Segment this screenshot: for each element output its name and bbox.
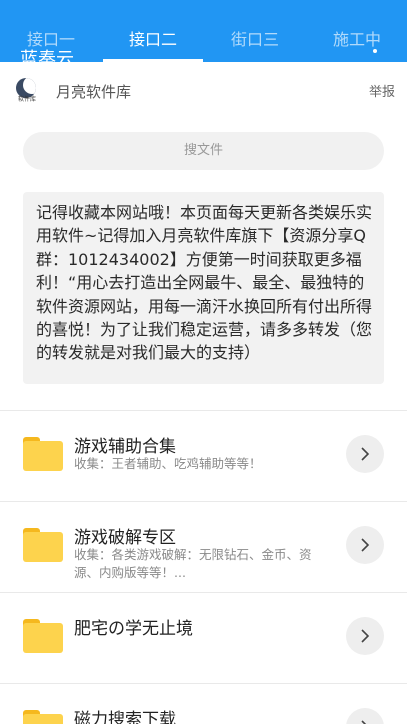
- top-tab-bar: 接口一 接口二 街口三 施工中 蓝奏云: [0, 0, 407, 62]
- report-link[interactable]: 举报: [369, 81, 395, 100]
- notice-text: 记得收藏本网站哦！本页面每天更新各类娱乐实用软件~记得加入月亮软件库旗下【资源分…: [23, 192, 384, 384]
- site-logo: 软件库: [12, 76, 42, 106]
- list-item-title: 磁力搜索下载: [74, 710, 176, 724]
- logo-text: 软件库: [17, 96, 36, 103]
- folder-icon: [23, 528, 63, 562]
- chevron-right-icon: [361, 720, 367, 724]
- site-header: 软件库 月亮软件库 举报: [0, 62, 407, 118]
- list-item-title: 游戏辅助合集: [74, 437, 176, 457]
- site-name: 月亮软件库: [56, 83, 132, 101]
- folder-icon: [23, 437, 63, 471]
- folder-icon: [23, 710, 63, 724]
- list-item-title: 游戏破解专区: [74, 528, 176, 548]
- list-item[interactable]: 游戏辅助合集 收集：王者辅助、吃鸡辅助等等！: [0, 410, 407, 500]
- tab-interface-2[interactable]: 接口二: [129, 26, 177, 50]
- chevron-right-icon: [361, 447, 370, 461]
- open-button[interactable]: [346, 435, 384, 473]
- more-options-icon[interactable]: [368, 46, 382, 62]
- list-item-desc: 收集：王者辅助、吃鸡辅助等等！: [74, 456, 262, 471]
- moon-icon: [16, 78, 36, 98]
- open-button[interactable]: [346, 526, 384, 564]
- list-item[interactable]: 肥宅の学无止境: [0, 592, 407, 682]
- tab-interface-3[interactable]: 街口三: [231, 26, 279, 50]
- app-title: 蓝奏云: [20, 49, 74, 62]
- list-item[interactable]: 磁力搜索下载: [0, 683, 407, 724]
- list-item[interactable]: 游戏破解专区 收集：各类游戏破解：无限钻石、金币、资源、内购版等等！...: [0, 501, 407, 591]
- list-item-title: 肥宅の学无止境: [74, 619, 193, 639]
- chevron-right-icon: [361, 538, 370, 552]
- open-button[interactable]: [346, 708, 384, 724]
- open-button[interactable]: [346, 617, 384, 655]
- search-input[interactable]: 搜文件: [23, 132, 384, 170]
- folder-icon: [23, 619, 63, 653]
- chevron-right-icon: [361, 629, 370, 643]
- list-item-desc: 收集：各类游戏破解：无限钻石、金币、资源、内购版等等！...: [74, 547, 312, 580]
